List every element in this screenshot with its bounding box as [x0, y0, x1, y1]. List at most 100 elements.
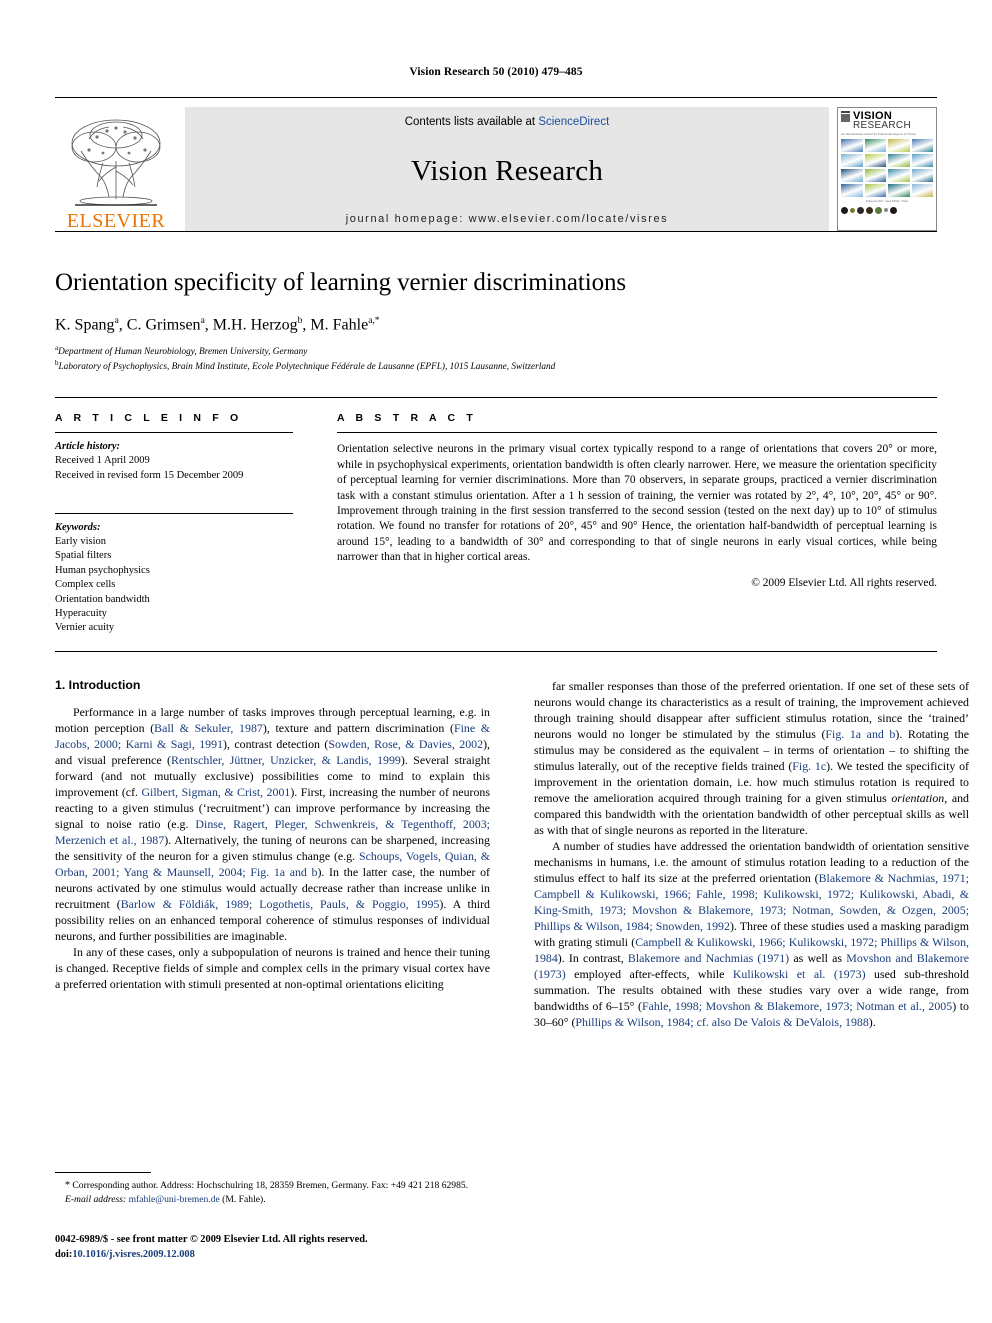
body-text: ), texture and pattern discrimination (	[262, 720, 454, 735]
corresponding-author-footnote: * Corresponding author. Address: Hochsch…	[55, 1179, 490, 1193]
abstract-column: A B S T R A C T Orientation selective ne…	[337, 412, 937, 636]
keyword-item: Complex cells	[55, 579, 116, 591]
article-history: Article history: Received 1 April 2009 R…	[55, 440, 293, 483]
cover-cell	[864, 154, 886, 167]
citation-link[interactable]: Fahle, 1998; Movshon & Blakemore, 1973; …	[642, 999, 952, 1013]
cover-cell	[864, 169, 886, 182]
body-paragraph: far smaller responses than those of the …	[534, 678, 969, 838]
body-text: ), contrast detection (	[223, 736, 329, 751]
affiliation-item: aDepartment of Human Neurobiology, Breme…	[55, 344, 937, 359]
cover-cell	[841, 154, 863, 167]
citation-link[interactable]: Gilbert, Sigman, & Crist, 2001	[141, 785, 290, 799]
cover-cell	[888, 169, 910, 182]
cover-dot-icon	[866, 206, 873, 214]
keyword-item: Spatial filters	[55, 550, 112, 562]
cover-cell	[888, 154, 910, 167]
citation-link[interactable]: Kulikowski et al. (1973)	[733, 967, 866, 981]
body-paragraph: Performance in a large number of tasks i…	[55, 704, 490, 944]
cover-dot-icon	[850, 207, 855, 213]
elsevier-wordmark: ELSEVIER	[66, 210, 166, 232]
issn-line: 0042-6989/$ - see front matter © 2009 El…	[55, 1234, 368, 1245]
citation-link[interactable]: Rentschler, Jüttner, Unzicker, & Landis,…	[171, 753, 401, 767]
emphasis-text: orientation	[891, 790, 945, 805]
article-info-rule	[55, 432, 293, 434]
author-name: K. Spang	[55, 316, 115, 334]
info-abstract-block: A R T I C L E I N F O Article history: R…	[55, 397, 937, 636]
email-label: E-mail address:	[65, 1193, 127, 1205]
author-name: C. Grimsen	[126, 316, 201, 334]
left-column-paragraphs: Performance in a large number of tasks i…	[55, 704, 490, 992]
body-text: as well as	[789, 950, 847, 965]
paper-page: Vision Research 50 (2010) 479–485 ELSEVI…	[0, 0, 992, 1323]
contents-available-line: Contents lists available at ScienceDirec…	[405, 116, 610, 128]
footnote-block: * Corresponding author. Address: Hochsch…	[55, 1171, 490, 1207]
affiliation-text: Department of Human Neurobiology, Bremen…	[58, 347, 308, 358]
keyword-item: Early vision	[55, 536, 107, 548]
body-columns: 1. Introduction Performance in a large n…	[55, 678, 969, 1205]
keyword-item: Hyperacuity	[55, 607, 107, 619]
sciencedirect-link[interactable]: ScienceDirect	[538, 116, 609, 128]
keywords-block: Keywords: Early vision Spatial filters H…	[55, 521, 293, 636]
body-paragraph: A number of studies have addressed the o…	[534, 838, 969, 1030]
citation-link[interactable]: Sowden, Rose, & Davies, 2002	[328, 737, 483, 751]
elsevier-logo: ELSEVIER	[55, 107, 177, 231]
contents-prefix: Contents lists available at	[404, 116, 539, 128]
journal-masthead: ELSEVIER Contents lists available at Sci…	[55, 97, 937, 231]
cover-cell	[911, 184, 933, 197]
abstract-text: Orientation selective neurons in the pri…	[337, 443, 937, 564]
cover-dot-icon	[890, 206, 897, 214]
body-paragraph: In any of these cases, only a subpopulat…	[55, 944, 490, 992]
journal-homepage-link[interactable]: journal homepage: www.elsevier.com/locat…	[346, 213, 669, 225]
footnote-corresponding-text: Corresponding author. Address: Hochschul…	[70, 1179, 469, 1191]
citation-link[interactable]: Fig. 1a and b	[825, 727, 895, 741]
body-text: employed after-effects, while	[565, 966, 733, 981]
page-footer: 0042-6989/$ - see front matter © 2009 El…	[55, 1233, 490, 1263]
cover-caption: Editors-in-Chief · Guest Editing · Visio…	[865, 200, 909, 203]
cover-mini-logo-icon	[841, 111, 850, 122]
citation-link[interactable]: Phillips & Wilson, 1984; cf. also De Val…	[575, 1015, 868, 1029]
article-info-column: A R T I C L E I N F O Article history: R…	[55, 412, 293, 636]
email-footnote: E-mail address: mfahle@uni-bremen.de (M.…	[55, 1193, 490, 1207]
author-affiliation-marker: b	[297, 316, 303, 326]
cover-cell	[841, 139, 863, 152]
cover-cell	[841, 169, 863, 182]
email-suffix: (M. Fahle).	[219, 1193, 266, 1205]
cover-image-grid	[841, 139, 933, 197]
abstract-heading: A B S T R A C T	[337, 412, 477, 425]
masthead-banner: Contents lists available at ScienceDirec…	[185, 107, 829, 231]
cover-cell	[864, 139, 886, 152]
cover-title-line2: RESEARCH	[853, 120, 911, 131]
left-column: 1. Introduction Performance in a large n…	[55, 678, 490, 1205]
cover-dot-icon	[857, 206, 864, 214]
email-link[interactable]: mfahle@uni-bremen.de	[129, 1194, 220, 1205]
doi-line: doi:10.1016/j.visres.2009.12.008	[55, 1248, 490, 1263]
citation-link[interactable]: Fig. 1c	[792, 759, 826, 773]
citation-link[interactable]: Blakemore and Nachmias (1971)	[628, 951, 789, 965]
copyright-line: © 2009 Elsevier Ltd. All rights reserved…	[751, 576, 937, 589]
keywords-label: Keywords:	[55, 521, 101, 533]
doi-link[interactable]: 10.1016/j.visres.2009.12.008	[72, 1249, 194, 1260]
affiliation-list: aDepartment of Human Neurobiology, Breme…	[55, 344, 937, 374]
keyword-item: Human psychophysics	[55, 564, 150, 576]
article-history-item: Received in revised form 15 December 200…	[55, 469, 244, 481]
abstract-rule	[337, 432, 937, 434]
article-info-heading: A R T I C L E I N F O	[55, 412, 243, 425]
keyword-item: Orientation bandwidth	[55, 593, 150, 605]
body-text: ). In contrast,	[557, 950, 628, 965]
cover-title-block: VISION RESEARCH	[853, 111, 911, 131]
author-name: M. Fahle	[310, 316, 369, 334]
right-column: far smaller responses than those of the …	[534, 678, 969, 1030]
author-name: M.H. Herzog	[212, 316, 298, 334]
cover-header: VISION RESEARCH	[841, 111, 933, 131]
keywords-rule	[55, 512, 293, 514]
article-history-label: Article history:	[55, 441, 121, 453]
citation-link[interactable]: Barlow & Földiák, 1989; Logothetis, Paul…	[121, 897, 440, 911]
cover-cell	[888, 184, 910, 197]
body-text: In any of these cases, only a subpopulat…	[55, 944, 490, 991]
citation-link[interactable]: Ball & Sekuler, 1987	[154, 721, 263, 735]
cover-cell	[911, 139, 933, 152]
journal-title: Vision Research	[410, 155, 604, 187]
masthead-bottom-rule	[55, 231, 937, 232]
author-list: K. Spanga, C. Grimsena, M.H. Herzogb, M.…	[55, 316, 380, 334]
author-affiliation-marker: a	[200, 316, 205, 326]
